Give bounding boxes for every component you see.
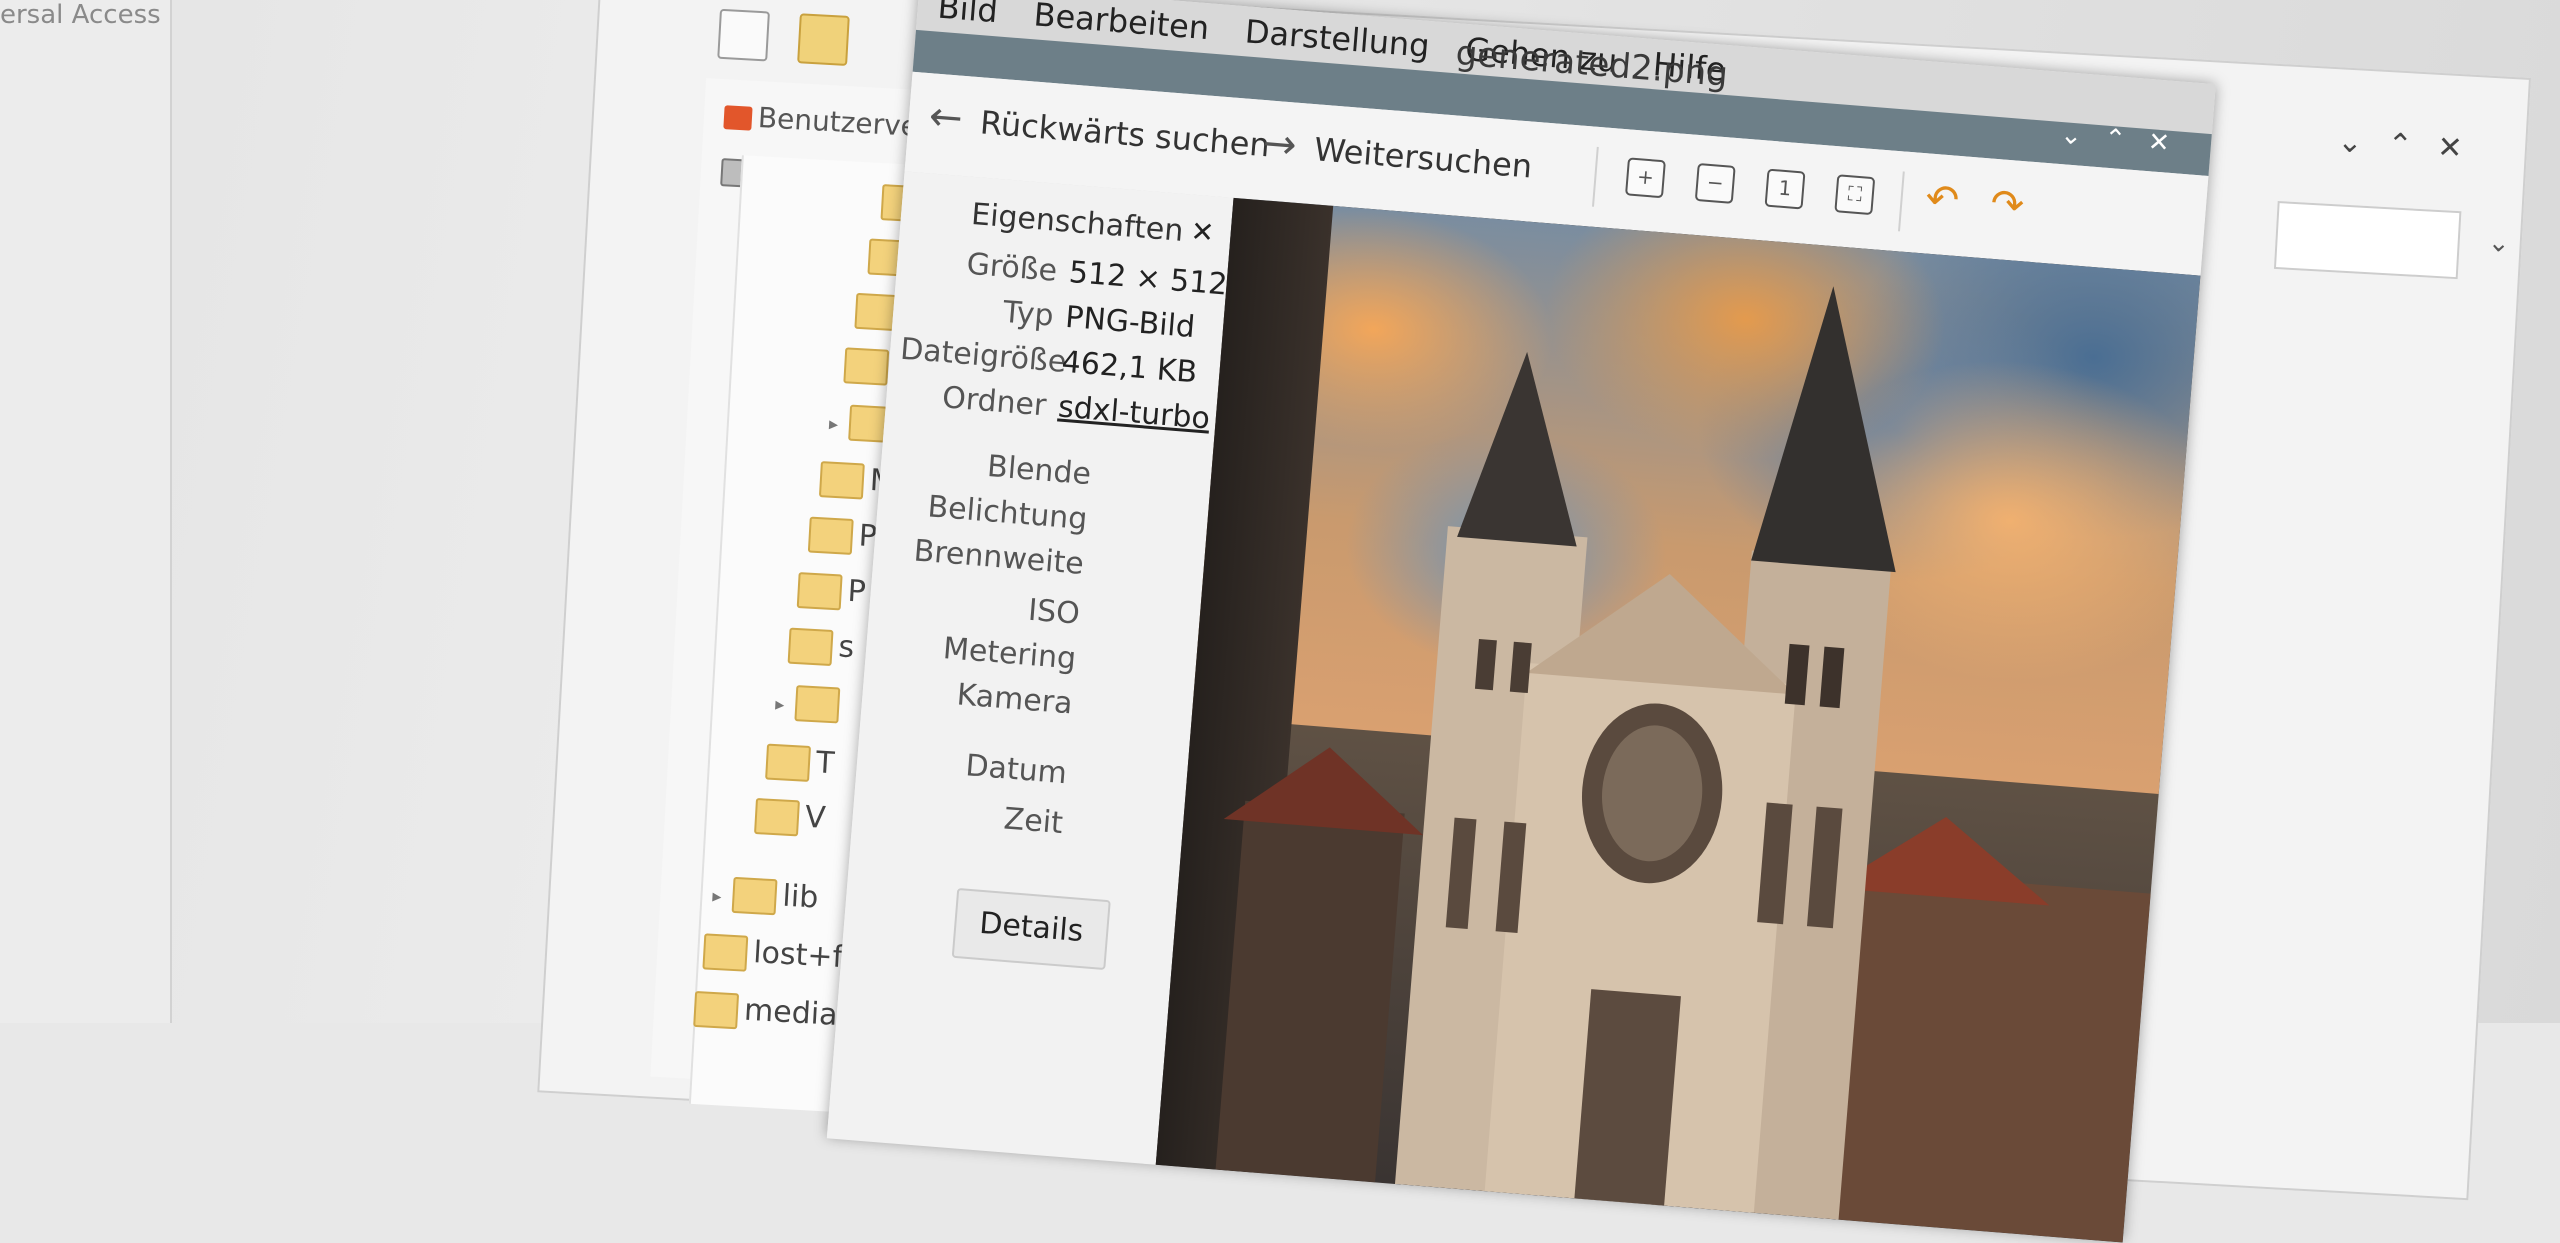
search-backward-button[interactable]: ← Rückwärts suchen (927, 93, 1271, 166)
cathedral-illustration (1215, 286, 2151, 1243)
maximize-icon[interactable]: ⌃ (2374, 126, 2426, 164)
menu-darstellung[interactable]: Darstellung (1244, 12, 1431, 65)
zoom-in-icon[interactable]: + (1625, 157, 1666, 199)
property-key: Größe (965, 246, 1059, 289)
desktop-side-panel: ersal Access (0, 0, 172, 1023)
property-row: Zeit (862, 790, 1064, 841)
tree-item[interactable]: V (754, 797, 827, 837)
property-key: Datum (964, 748, 1069, 792)
property-value: PNG-Bild (1064, 299, 1197, 346)
property-key: ISO (1026, 592, 1082, 632)
tree-item[interactable]: s (787, 627, 855, 667)
zoom-out-icon[interactable]: − (1694, 162, 1736, 204)
property-key: Zeit (1002, 801, 1065, 842)
property-row: ISO (879, 581, 1081, 632)
folder-icon (794, 684, 841, 723)
property-key: Metering (941, 631, 1078, 677)
folder-icon (754, 797, 800, 836)
property-key: Brennweite (912, 533, 1086, 582)
tree-item[interactable]: T (765, 743, 835, 783)
property-key: Typ (1001, 294, 1055, 334)
folder-link[interactable]: sdxl-turbo (1057, 390, 1211, 437)
tree-item[interactable]: P (796, 571, 867, 611)
folder-icon (796, 571, 843, 610)
tree-item[interactable]: media (693, 990, 838, 1034)
toolbar-separator (1898, 171, 1905, 232)
folder-icon[interactable] (797, 13, 850, 66)
folder-icon (843, 346, 890, 386)
rotate-left-icon[interactable]: ↶ (1924, 175, 1961, 224)
property-key: Belichtung (926, 489, 1089, 538)
folder-icon (787, 627, 834, 666)
close-icon[interactable]: ✕ (2136, 126, 2182, 159)
tree-item[interactable]: ▸ lib (712, 875, 819, 917)
folder-icon (702, 932, 749, 972)
property-key: Blende (985, 449, 1093, 493)
file-manager-window-controls: ⌄ ⌃ ✕ (2324, 124, 2476, 167)
image-viewer-window: Bild Bearbeiten Darstellung Gehen zu Hil… (826, 0, 2216, 1243)
desktop-label: ersal Access (0, 0, 161, 30)
arrow-left-icon: ← (927, 93, 965, 142)
maximize-icon[interactable]: ⌃ (2092, 123, 2138, 156)
property-key: Dateigröße (898, 331, 1068, 380)
property-row: Brennweite (883, 531, 1085, 582)
minimize-icon[interactable]: ⌄ (2324, 124, 2376, 162)
property-key: Ordner (940, 380, 1048, 424)
toolbar-separator (1591, 146, 1599, 207)
property-row: Blende (890, 441, 1092, 492)
property-key: Kamera (955, 677, 1074, 722)
new-window-icon[interactable] (717, 8, 770, 62)
close-panel-icon[interactable]: ✕ (1189, 215, 1215, 250)
image-canvas[interactable] (1155, 197, 2201, 1243)
menu-bild[interactable]: Bild (936, 0, 999, 30)
place-home[interactable]: Benutzerve (723, 99, 919, 143)
property-row: Metering (875, 626, 1078, 677)
property-row: Kamera (872, 671, 1074, 722)
folder-icon (818, 460, 865, 499)
zoom-normal-icon[interactable]: 1 (1764, 168, 1806, 210)
folder-icon (765, 743, 812, 782)
details-button[interactable]: Details (951, 887, 1111, 971)
chevron-down-icon[interactable]: ⌄ (2487, 228, 2510, 259)
minimize-icon[interactable]: ⌄ (2048, 119, 2094, 152)
expand-caret-icon[interactable]: ▸ (828, 414, 849, 436)
home-icon (723, 105, 753, 131)
close-icon[interactable]: ✕ (2424, 129, 2476, 167)
property-value: 462,1 KB (1060, 344, 1199, 391)
menu-bearbeiten[interactable]: Bearbeiten (1032, 0, 1210, 47)
folder-icon (807, 516, 854, 555)
folder-icon (693, 990, 740, 1029)
expand-caret-icon[interactable]: ▸ (775, 694, 796, 716)
property-row: Datum (866, 740, 1068, 791)
folder-icon (731, 876, 778, 915)
tree-item[interactable]: lost+fo (702, 932, 862, 977)
properties-heading: Eigenschaften (969, 196, 1185, 249)
zoom-fit-icon[interactable]: ⛶ (1834, 174, 1876, 216)
path-field[interactable] (2273, 201, 2462, 280)
expand-caret-icon[interactable]: ▸ (712, 886, 733, 908)
tree-item[interactable]: ▸ (774, 683, 846, 723)
property-row: Belichtung (887, 486, 1089, 538)
tree-item[interactable]: P (807, 516, 878, 556)
arrow-right-icon: → (1261, 120, 1299, 169)
search-forward-button[interactable]: → Weitersuchen (1261, 120, 1534, 188)
rotate-right-icon[interactable]: ↷ (1989, 181, 2026, 230)
file-manager-toolbar (716, 8, 850, 89)
